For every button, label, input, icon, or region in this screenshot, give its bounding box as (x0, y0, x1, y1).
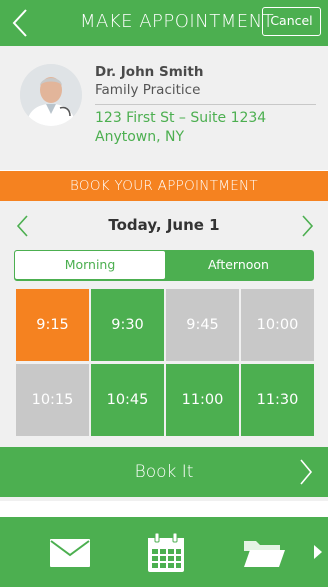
next-day-button[interactable] (298, 213, 316, 239)
book-it-button[interactable]: Book It (0, 447, 328, 497)
time-of-day-toggle: Morning Afternoon (14, 250, 314, 281)
tab-afternoon[interactable]: Afternoon (165, 251, 312, 279)
chevron-right-icon (302, 215, 314, 237)
mail-icon (50, 539, 90, 567)
date-label: Today, June 1 (108, 216, 220, 234)
address-line1[interactable]: 123 First St – Suite 1234 (95, 110, 266, 126)
tab-morning[interactable]: Morning (15, 251, 165, 279)
calendar-icon (148, 532, 184, 572)
chevron-right-icon (300, 459, 313, 485)
doctor-specialty: Family Pracitice (95, 82, 201, 98)
time-slot[interactable]: 9:15 (16, 289, 89, 361)
more-tabs-button[interactable] (313, 544, 323, 560)
divider (95, 104, 316, 105)
time-slot[interactable]: 9:45 (166, 289, 239, 361)
doctor-avatar (20, 64, 82, 126)
doctor-name: Dr. John Smith (95, 64, 204, 80)
tab-documents[interactable] (242, 537, 286, 569)
book-appointment-banner: BOOK YOUR APPOINTMENT (0, 171, 328, 201)
tab-calendar[interactable] (146, 532, 186, 574)
bottom-tab-bar (0, 517, 328, 587)
time-slot[interactable]: 11:30 (241, 364, 314, 436)
more-arrow-icon (314, 545, 322, 559)
back-button[interactable] (8, 6, 34, 40)
tab-messages[interactable] (49, 537, 91, 569)
cancel-button[interactable]: Cancel (262, 7, 321, 36)
chevron-left-icon (12, 9, 27, 37)
time-slot[interactable]: 9:30 (91, 289, 164, 361)
time-slot[interactable]: 10:45 (91, 364, 164, 436)
time-slot[interactable]: 11:00 (166, 364, 239, 436)
page-title: MAKE APPOINTMENT (80, 11, 275, 32)
doctor-profile: Dr. John Smith Family Pracitice 123 Firs… (0, 46, 328, 170)
app-header: MAKE APPOINTMENT Cancel (0, 0, 328, 46)
address-line2[interactable]: Anytown, NY (95, 129, 184, 145)
time-slot[interactable]: 10:15 (16, 364, 89, 436)
folder-icon (244, 541, 285, 567)
book-it-label: Book It (134, 462, 194, 482)
time-slot[interactable]: 10:00 (241, 289, 314, 361)
